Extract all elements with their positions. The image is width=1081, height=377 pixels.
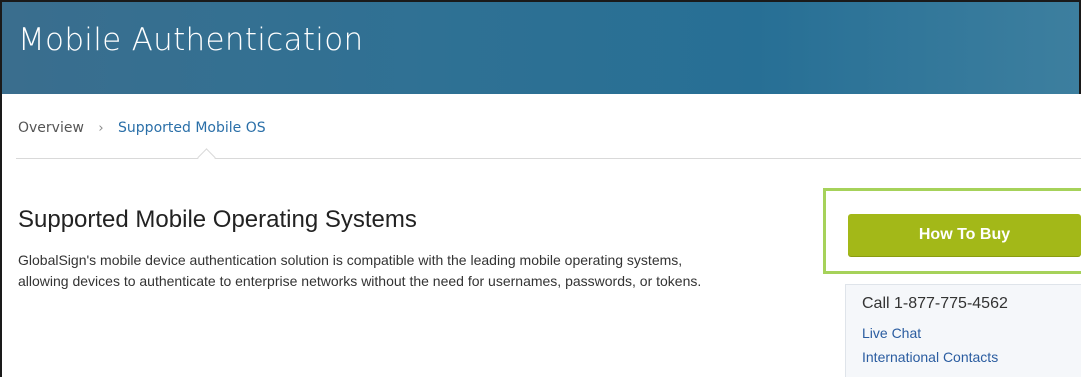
breadcrumb-overview[interactable]: Overview bbox=[18, 120, 84, 136]
breadcrumb: Overview › Supported Mobile OS bbox=[18, 120, 266, 136]
how-to-buy-panel: How To Buy bbox=[823, 188, 1081, 274]
section-heading: Supported Mobile Operating Systems bbox=[18, 206, 417, 233]
international-contacts-link[interactable]: International Contacts bbox=[862, 349, 998, 365]
page-header: Mobile Authentication bbox=[2, 2, 1079, 94]
contact-phone: Call 1-877-775-4562 bbox=[862, 295, 1008, 312]
contact-panel: Call 1-877-775-4562 Live Chat Internatio… bbox=[845, 284, 1081, 377]
how-to-buy-button[interactable]: How To Buy bbox=[848, 214, 1081, 256]
breadcrumb-supported-mobile-os[interactable]: Supported Mobile OS bbox=[118, 120, 266, 136]
breadcrumb-divider bbox=[16, 158, 1081, 159]
section-description: GlobalSign's mobile device authenticatio… bbox=[18, 252, 702, 289]
page-title: Mobile Authentication bbox=[18, 22, 364, 58]
breadcrumb-separator-icon: › bbox=[98, 121, 104, 136]
live-chat-link[interactable]: Live Chat bbox=[862, 325, 921, 341]
divider-notch-icon bbox=[197, 148, 216, 167]
